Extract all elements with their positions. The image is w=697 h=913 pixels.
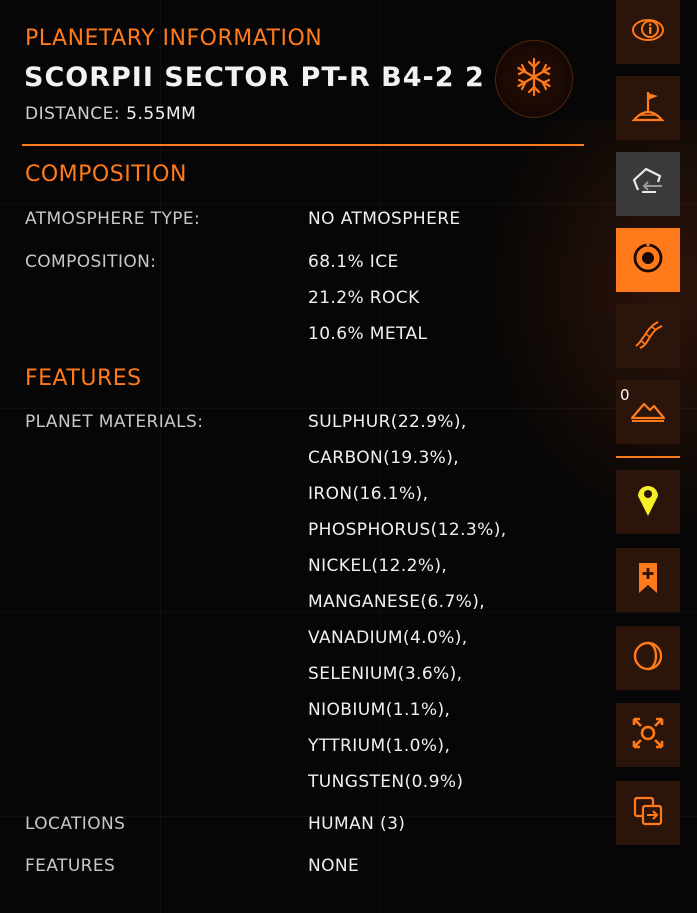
planet-landing-flag-icon	[628, 86, 668, 130]
switch-view-button[interactable]	[616, 781, 680, 845]
map-pin-icon	[628, 480, 668, 524]
atmosphere-type-label: ATMOSPHERE TYPE:	[25, 209, 201, 229]
target-orbit-button[interactable]	[616, 228, 680, 292]
composition-heading: COMPOSITION	[25, 162, 187, 187]
count-badge: 0	[620, 386, 630, 404]
material-item: NIOBIUM(1.1%),	[308, 700, 451, 720]
moon-phase-icon	[628, 636, 668, 680]
biology-button[interactable]	[616, 304, 680, 368]
material-item: YTTRIUM(1.0%),	[308, 736, 451, 756]
planet-name: SCORPII SECTOR PT-R B4-2 2	[24, 62, 485, 93]
locations-value[interactable]: HUMAN (3)	[308, 814, 405, 834]
focus-scan-button[interactable]	[616, 703, 680, 767]
material-item: TUNGSTEN(0.9%)	[308, 772, 464, 792]
composition-value: 21.2% ROCK	[308, 288, 420, 308]
terrain-mountain-icon	[628, 390, 668, 434]
atmosphere-type-value: NO ATMOSPHERE	[308, 209, 461, 229]
planetary-info-panel: PLANETARY INFORMATION SCORPII SECTOR PT-…	[0, 0, 600, 913]
route-back-icon	[628, 162, 668, 206]
info-icon	[628, 10, 668, 54]
material-item: PHOSPHORUS(12.3%),	[308, 520, 507, 540]
distance-label: DISTANCE:	[25, 104, 121, 124]
distance-value: 5.55MM	[126, 104, 197, 124]
bookmark-button[interactable]	[616, 548, 680, 612]
features-value: NONE	[308, 856, 360, 876]
material-item: SULPHUR(22.9%),	[308, 412, 467, 432]
target-orbit-icon	[628, 238, 668, 282]
bookmark-add-icon	[628, 558, 668, 602]
planet-materials-label: PLANET MATERIALS:	[25, 412, 204, 432]
features-label: FEATURES	[25, 856, 116, 876]
planet-type-badge	[495, 40, 573, 118]
focus-scan-icon	[628, 713, 668, 757]
snowflake-icon	[512, 55, 556, 103]
route-back-button[interactable]	[616, 152, 680, 216]
header-divider	[22, 144, 584, 146]
material-item: SELENIUM(3.6%),	[308, 664, 463, 684]
composition-value: 10.6% METAL	[308, 324, 428, 344]
panel-title: PLANETARY INFORMATION	[25, 26, 323, 51]
composition-label: COMPOSITION:	[25, 252, 157, 272]
material-item: VANADIUM(4.0%),	[308, 628, 468, 648]
biology-dna-icon	[628, 314, 668, 358]
composition-value: 68.1% ICE	[308, 252, 399, 272]
info-button[interactable]	[616, 0, 680, 64]
material-item: CARBON(19.3%),	[308, 448, 460, 468]
toolbar-divider	[616, 456, 680, 458]
material-item: NICKEL(12.2%),	[308, 556, 448, 576]
switch-view-icon	[628, 791, 668, 835]
moon-phase-button[interactable]	[616, 626, 680, 690]
distance-line: DISTANCE: 5.55MM	[25, 104, 196, 124]
features-heading: FEATURES	[25, 366, 142, 391]
material-item: IRON(16.1%),	[308, 484, 429, 504]
material-item: MANGANESE(6.7%),	[308, 592, 486, 612]
locations-label: LOCATIONS	[25, 814, 126, 834]
map-pin-button[interactable]	[616, 470, 680, 534]
planet-landing-button[interactable]	[616, 76, 680, 140]
right-toolbar	[600, 0, 697, 913]
